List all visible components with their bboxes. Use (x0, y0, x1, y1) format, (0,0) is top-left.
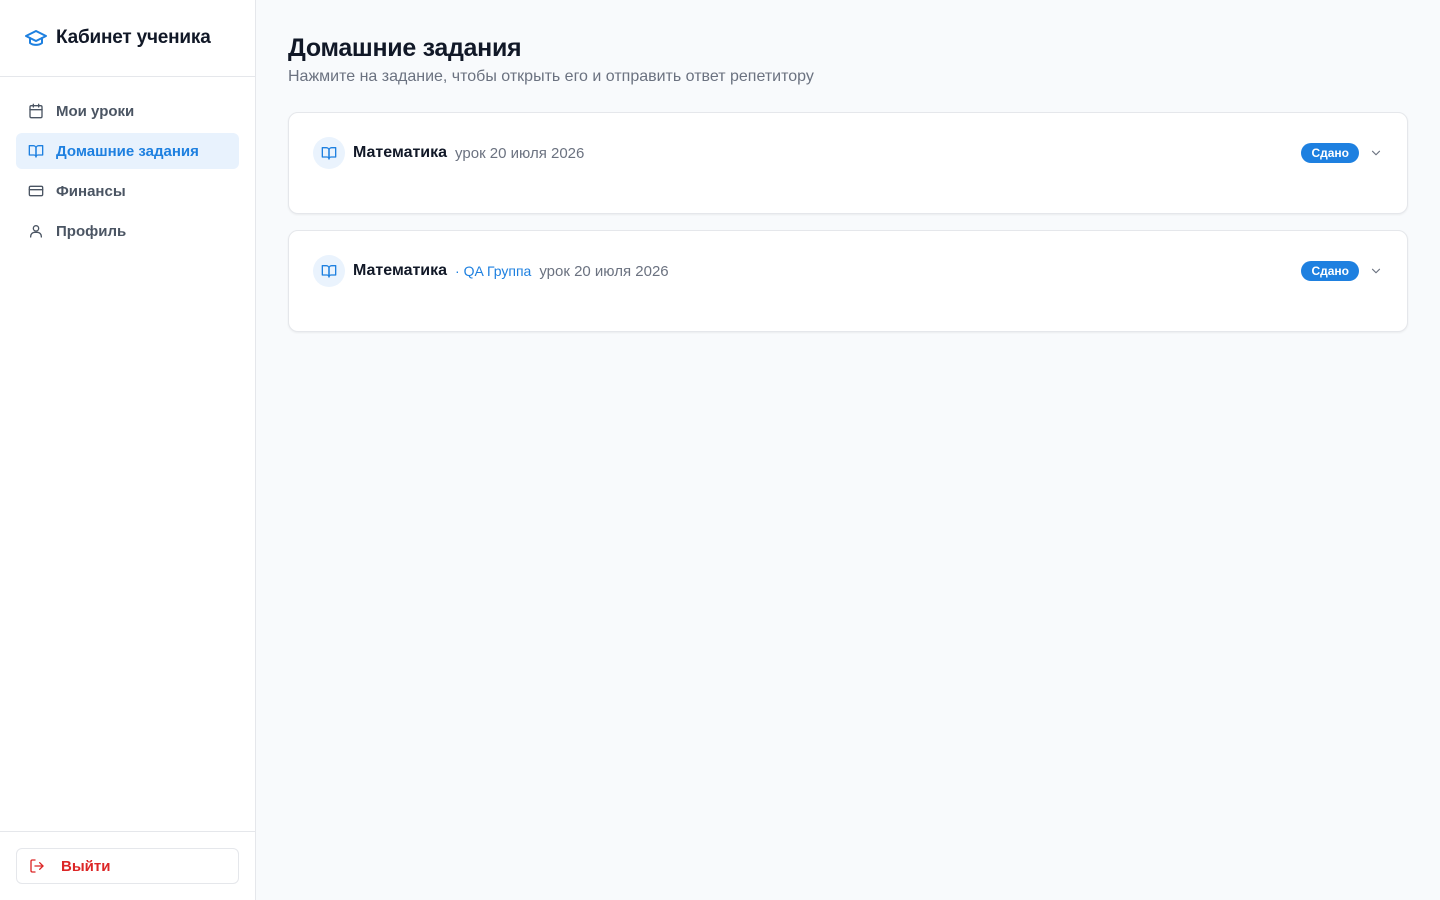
user-icon (28, 223, 44, 239)
homework-date: урок 20 июля 2026 (539, 262, 669, 280)
homework-group[interactable]: · QA Группа (455, 263, 531, 279)
brand: Кабинет ученика (0, 0, 255, 77)
homework-list: Математика урок 20 июля 2026 Сдано Матем… (288, 112, 1408, 332)
book-open-icon (28, 143, 44, 159)
homework-card[interactable]: Математика · QA Группа урок 20 июля 2026… (288, 230, 1408, 332)
homework-subject: Математика (353, 144, 448, 161)
book-open-icon (313, 255, 345, 287)
credit-card-icon (28, 183, 44, 199)
graduation-cap-icon (24, 26, 48, 50)
homework-card-header: Математика урок 20 июля 2026 Сдано (313, 137, 1383, 169)
homework-card[interactable]: Математика урок 20 июля 2026 Сдано (288, 112, 1408, 214)
homework-card-header: Математика · QA Группа урок 20 июля 2026… (313, 255, 1383, 287)
book-open-icon (313, 137, 345, 169)
calendar-icon (28, 103, 44, 119)
logout-button[interactable]: Выйти (16, 848, 239, 884)
sidebar-item-label: Финансы (56, 182, 126, 200)
status-badge: Сдано (1301, 143, 1359, 163)
main-content: Домашние задания Нажмите на задание, что… (256, 0, 1440, 900)
homework-date: урок 20 июля 2026 (455, 144, 585, 162)
brand-title: Кабинет ученика (56, 27, 211, 48)
chevron-down-icon[interactable] (1369, 264, 1383, 278)
sidebar-item-profile[interactable]: Профиль (16, 213, 239, 249)
sidebar: Кабинет ученика Мои уроки Домашние задан… (0, 0, 256, 900)
chevron-down-icon[interactable] (1369, 146, 1383, 160)
status-badge: Сдано (1301, 261, 1359, 281)
sidebar-item-label: Профиль (56, 222, 127, 240)
page-subtitle: Нажмите на задание, чтобы открыть его и … (288, 68, 814, 85)
sidebar-item-my-lessons[interactable]: Мои уроки (16, 93, 239, 129)
sidebar-item-homework[interactable]: Домашние задания (16, 133, 239, 169)
logout-label: Выйти (61, 857, 111, 875)
sidebar-nav: Мои уроки Домашние задания Финансы Профи… (0, 77, 255, 831)
page-title: Домашние задания (288, 34, 522, 62)
sidebar-item-label: Домашние задания (56, 142, 199, 160)
sidebar-item-label: Мои уроки (56, 102, 135, 120)
app: Кабинет ученика Мои уроки Домашние задан… (0, 0, 1440, 900)
homework-subject: Математика (353, 262, 448, 279)
sidebar-item-finance[interactable]: Финансы (16, 173, 239, 209)
sidebar-footer: Выйти (0, 831, 255, 900)
log-out-icon (29, 858, 45, 874)
